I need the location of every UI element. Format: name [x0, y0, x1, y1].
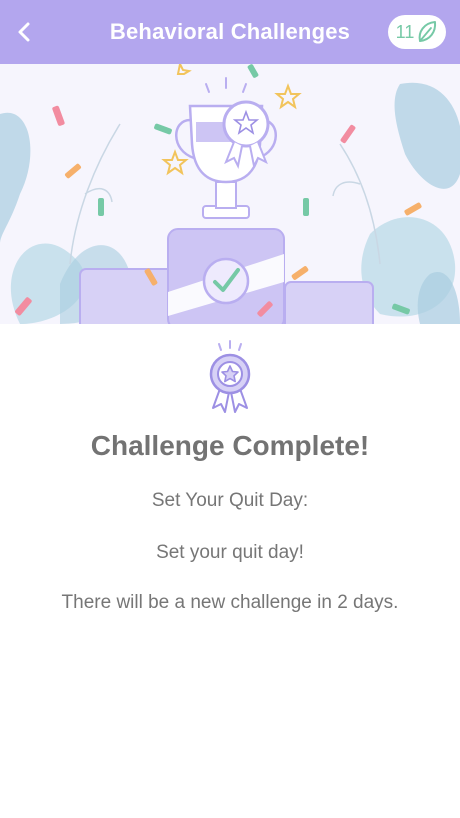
trophy-illustration — [0, 64, 460, 324]
challenge-result: Challenge Complete! Set Your Quit Day: S… — [0, 324, 460, 614]
points-badge[interactable]: 11 — [388, 15, 446, 49]
page-title: Behavioral Challenges — [109, 19, 351, 44]
next-challenge-notice: There will be a new challenge in 2 days. — [61, 592, 399, 613]
leaf-icon — [418, 21, 437, 42]
points-count: 11 — [395, 21, 415, 42]
hero-illustration — [0, 64, 460, 324]
chevron-left-icon — [18, 22, 30, 42]
app-header: Behavioral Challenges 11 — [0, 0, 460, 64]
medal-icon — [209, 340, 251, 413]
challenge-complete-title: Challenge Complete! — [90, 430, 370, 461]
back-button[interactable] — [10, 18, 38, 46]
challenge-description: Set your quit day! — [156, 542, 304, 563]
challenge-name: Set Your Quit Day: — [151, 490, 309, 511]
